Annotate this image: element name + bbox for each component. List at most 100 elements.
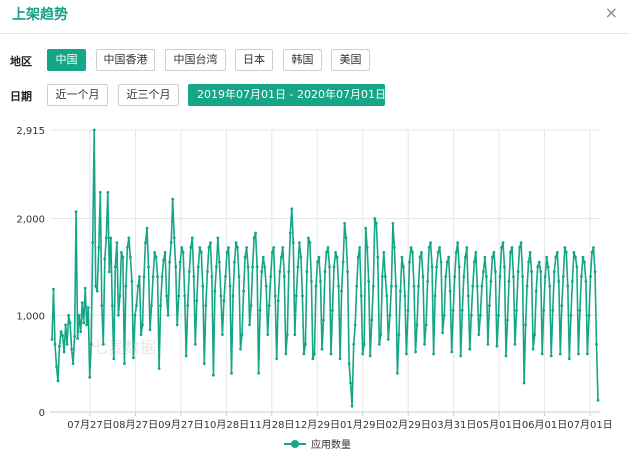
data-point[interactable] [320, 347, 324, 351]
data-point[interactable] [349, 381, 352, 385]
data-point[interactable] [353, 323, 357, 327]
data-point[interactable] [424, 323, 428, 327]
data-point[interactable] [290, 207, 294, 211]
data-point[interactable] [555, 251, 559, 254]
data-point[interactable] [337, 284, 340, 288]
data-point[interactable] [382, 251, 386, 254]
data-point[interactable] [519, 241, 523, 245]
data-point[interactable] [356, 255, 360, 259]
data-point[interactable] [477, 333, 481, 336]
data-point[interactable] [367, 280, 371, 283]
data-point[interactable] [288, 231, 292, 235]
data-point[interactable] [115, 241, 119, 245]
data-point[interactable] [310, 280, 313, 283]
data-point[interactable] [109, 236, 113, 240]
data-point[interactable] [104, 236, 108, 240]
data-point[interactable] [492, 251, 496, 254]
data-point[interactable] [175, 323, 179, 327]
data-point[interactable] [68, 321, 72, 325]
data-point[interactable] [572, 251, 576, 254]
data-point[interactable] [414, 350, 417, 354]
data-point[interactable] [291, 241, 295, 245]
data-point[interactable] [133, 313, 137, 317]
data-point[interactable] [504, 354, 508, 358]
data-point[interactable] [215, 265, 218, 269]
data-point[interactable] [153, 251, 157, 254]
data-point[interactable] [335, 255, 339, 259]
data-point[interactable] [329, 352, 333, 356]
region-option-korea[interactable]: 韩国 [283, 49, 322, 71]
data-point[interactable] [199, 251, 203, 254]
data-point[interactable] [304, 342, 307, 346]
data-point[interactable] [430, 265, 434, 269]
data-point[interactable] [534, 289, 538, 293]
date-option-last-month[interactable]: 近一个月 [47, 84, 108, 106]
data-point[interactable] [142, 275, 146, 278]
data-point[interactable] [112, 357, 116, 361]
data-point[interactable] [436, 251, 440, 254]
data-point[interactable] [212, 373, 215, 377]
data-point[interactable] [575, 265, 579, 269]
data-point[interactable] [302, 352, 306, 356]
data-point[interactable] [474, 251, 478, 254]
data-point[interactable] [210, 275, 214, 278]
data-point[interactable] [486, 342, 490, 346]
data-point[interactable] [411, 251, 414, 254]
data-point[interactable] [468, 347, 472, 351]
data-point[interactable] [510, 246, 514, 249]
data-point[interactable] [465, 246, 469, 249]
data-point[interactable] [328, 265, 331, 269]
data-point[interactable] [394, 284, 398, 288]
data-point[interactable] [516, 270, 520, 274]
region-option-usa[interactable]: 美国 [331, 49, 370, 71]
data-point[interactable] [117, 313, 120, 317]
data-point[interactable] [371, 284, 375, 288]
data-point[interactable] [206, 270, 209, 274]
data-point[interactable] [50, 338, 54, 341]
data-point[interactable] [198, 246, 202, 249]
date-option-last-three-months[interactable]: 近三个月 [118, 84, 179, 106]
data-point[interactable] [230, 371, 233, 375]
data-point[interactable] [501, 241, 505, 245]
data-point[interactable] [418, 255, 422, 259]
data-point[interactable] [255, 265, 259, 269]
data-point[interactable] [388, 313, 392, 317]
data-point[interactable] [593, 270, 597, 274]
data-point[interactable] [193, 342, 197, 346]
data-point[interactable] [343, 222, 346, 225]
data-point[interactable] [362, 342, 366, 346]
data-point[interactable] [218, 260, 221, 264]
data-point[interactable] [364, 226, 368, 230]
data-point[interactable] [507, 280, 511, 283]
data-point[interactable] [323, 270, 327, 274]
data-point[interactable] [82, 321, 86, 325]
data-point[interactable] [144, 241, 147, 245]
data-point[interactable] [126, 246, 129, 249]
data-point[interactable] [243, 255, 247, 259]
data-point[interactable] [207, 246, 211, 249]
data-point[interactable] [412, 284, 416, 288]
data-point[interactable] [494, 270, 497, 274]
data-point[interactable] [432, 352, 435, 356]
data-point[interactable] [409, 246, 413, 249]
data-point[interactable] [267, 304, 271, 307]
data-point[interactable] [107, 270, 111, 274]
data-point[interactable] [120, 251, 123, 254]
data-point[interactable] [495, 344, 499, 348]
region-option-japan[interactable]: 日本 [235, 49, 273, 71]
data-point[interactable] [266, 333, 270, 336]
data-point[interactable] [406, 309, 410, 312]
data-point[interactable] [168, 260, 172, 264]
data-point[interactable] [157, 367, 161, 370]
data-point[interactable] [80, 301, 84, 305]
data-point[interactable] [145, 226, 149, 230]
data-point[interactable] [228, 284, 232, 288]
data-point[interactable] [391, 222, 395, 225]
chart-legend[interactable]: 应用数量 [284, 438, 351, 451]
data-point[interactable] [308, 241, 312, 245]
data-point[interactable] [453, 275, 457, 278]
data-point[interactable] [577, 352, 580, 356]
data-point[interactable] [596, 399, 600, 402]
data-point[interactable] [563, 246, 567, 249]
data-point[interactable] [251, 265, 255, 269]
